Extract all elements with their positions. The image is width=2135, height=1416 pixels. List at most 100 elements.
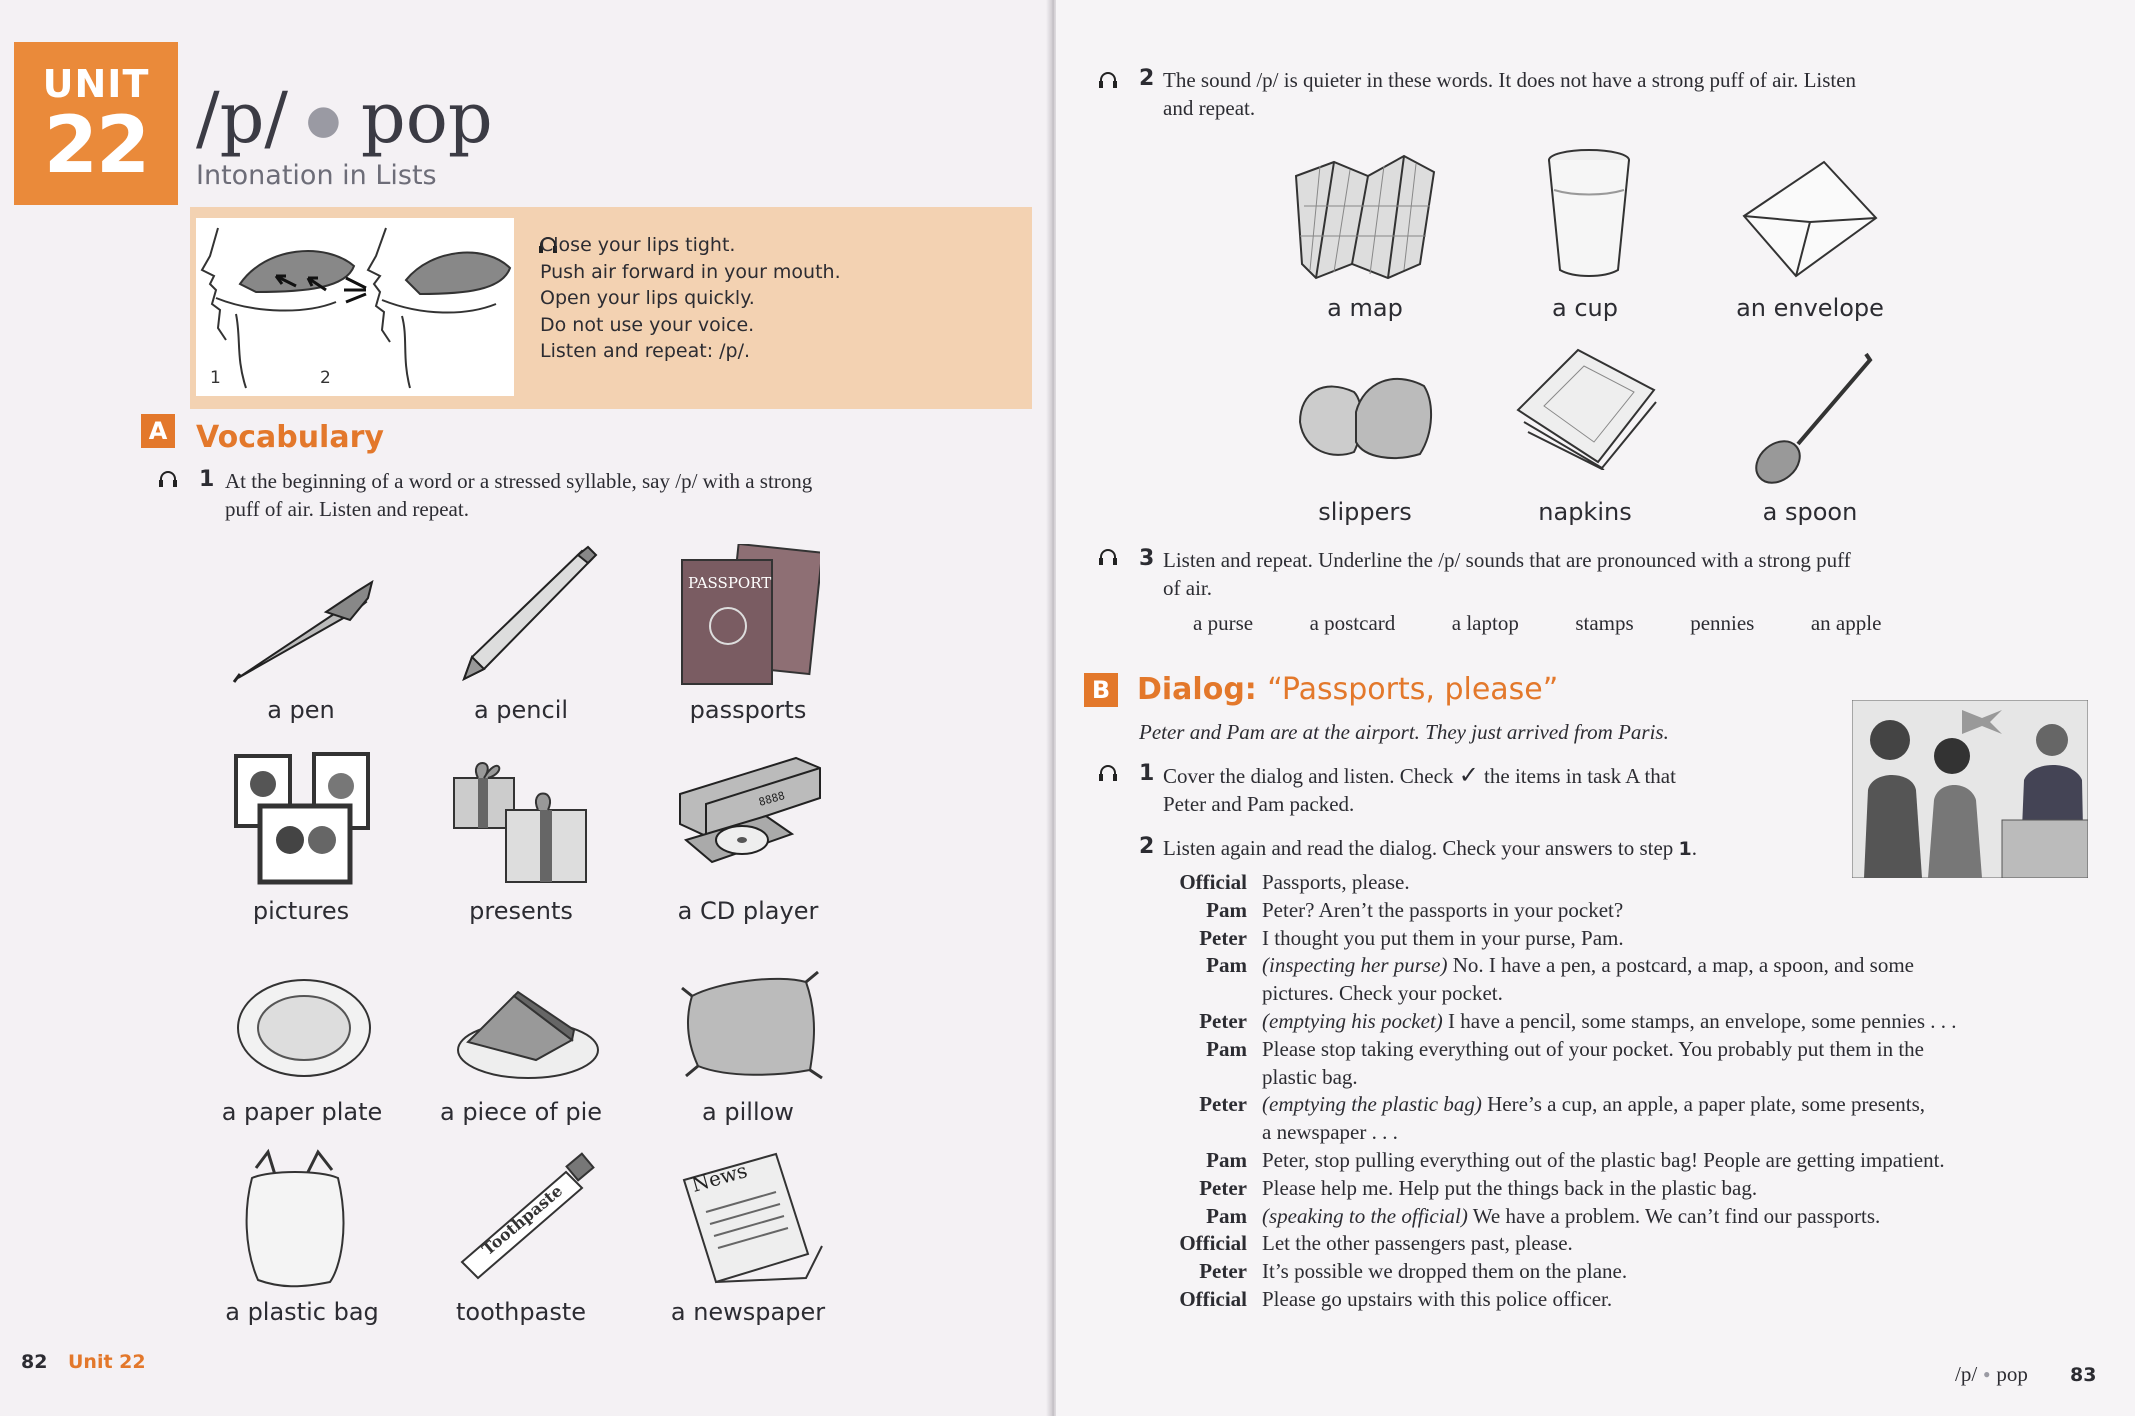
step-text-line: At the beginning of a word or a stressed… [225, 469, 813, 493]
unit-word: UNIT [42, 62, 150, 106]
footer-title: /p/ ● pop [1955, 1362, 2028, 1387]
stage-direction: (inspecting her purse) [1262, 953, 1448, 978]
diagram-label-1: 1 [210, 368, 221, 388]
paper-plate-icon [237, 979, 371, 1077]
step-text-line: The sound /p/ is quieter in these words.… [1163, 68, 1857, 92]
step-text-line: of air. [1163, 576, 1212, 600]
headphones-icon[interactable] [1098, 764, 1118, 782]
dialog-speaker: Peter [1199, 925, 1247, 950]
step-instruction: Cover the dialog and listen. Check ✓ the… [1163, 761, 1853, 818]
step-text: Cover the dialog and listen. Check [1163, 764, 1454, 788]
pen-icon [232, 579, 374, 683]
vocab-label: a map [1327, 294, 1403, 322]
title-sound: /p/ [196, 77, 288, 159]
page-number: 83 [2070, 1364, 2097, 1386]
step-text-line: puff of air. Listen and repeat. [225, 497, 469, 521]
bullet-dot-icon: ● [1983, 1367, 1991, 1381]
vocab-label: passports [689, 696, 807, 724]
dialog-line: a newspaper . . . [1262, 1118, 2112, 1146]
step-number: 1 [199, 467, 215, 492]
step-text: . [1691, 836, 1697, 860]
dialog-intro: Peter and Pam are at the airport. They j… [1139, 720, 1669, 744]
mouth-diagram-icon [200, 227, 512, 389]
section-b-heading-bold: Dialog: [1137, 672, 1257, 707]
pencil-icon [462, 545, 598, 682]
dialog-text: No. I have a pen, a postcard, a map, a s… [1447, 953, 1914, 978]
step-instruction: The sound /p/ is quieter in these words.… [1163, 66, 2113, 122]
vocab-label: a piece of pie [439, 1098, 603, 1126]
dialog-text: Passports, please. [1262, 870, 1410, 894]
vocab-label: a spoon [1762, 498, 1858, 526]
page-title: /p/ ● pop [196, 78, 493, 164]
dialog-text: Please help me. Help put the things back… [1262, 1175, 1758, 1200]
step-instruction: Listen again and read the dialog. Check … [1163, 834, 1863, 863]
step-text: the items in task A that [1484, 764, 1676, 788]
step-instruction: At the beginning of a word or a stressed… [225, 467, 1025, 523]
airport-scene-icon [1852, 700, 2088, 878]
dialog-line: (speaking to the official) We have a pro… [1262, 1202, 2112, 1230]
step-number: 2 [1139, 66, 1155, 91]
slippers-icon [1298, 377, 1433, 459]
headphones-icon[interactable] [1098, 71, 1118, 89]
bullet-dot-icon: ● [305, 97, 341, 143]
dialog-text: Please go upstairs with this police offi… [1262, 1287, 1613, 1311]
footer-unit: Unit 22 [68, 1351, 146, 1373]
dialog-line: (emptying his pocket) I have a pencil, s… [1262, 1007, 2112, 1035]
dialog-line: (inspecting her purse) No. I have a pen,… [1262, 951, 2112, 979]
dialog-text: I thought you put them in your purse, Pa… [1262, 925, 1624, 950]
vocab-label: pictures [252, 897, 350, 925]
headphones-icon[interactable] [1098, 548, 1118, 566]
dialog-speaker: Peter [1199, 1175, 1247, 1200]
envelope-icon [1742, 160, 1878, 278]
napkins-icon [1516, 348, 1657, 470]
vocab-label: a newspaper [670, 1298, 826, 1326]
check-mark-icon: ✓ [1458, 761, 1479, 789]
unit-number: 22 [43, 101, 151, 191]
toothpaste-icon: Toothpaste [460, 1152, 595, 1280]
vocab-label: presents [469, 897, 573, 925]
title-word: pop [360, 77, 493, 159]
instruction-line: Do not use your voice. [540, 313, 755, 336]
dialog-line: It’s possible we dropped them on the pla… [1262, 1257, 2112, 1285]
dialog-text: Let the other passengers past, please. [1262, 1231, 1573, 1256]
step-text-line: Peter and Pam packed. [1163, 792, 1355, 816]
vocab-label: napkins [1538, 498, 1632, 526]
footer-word: pop [1996, 1362, 2028, 1386]
dialog-speaker: Pam [1206, 1148, 1247, 1172]
unit-tab: UNIT 22 [14, 42, 178, 205]
step-instruction: Listen and repeat. Underline the /p/ sou… [1163, 546, 2113, 602]
passports-icon: PASSPORT [681, 544, 820, 685]
piece-of-pie-icon [457, 990, 599, 1079]
dialog-text: Here’s a cup, an apple, a paper plate, s… [1481, 1092, 1926, 1117]
plastic-bag-icon [245, 1148, 345, 1288]
stage-direction: (emptying the plastic bag) [1262, 1092, 1482, 1117]
dialog-line: Passports, please. [1262, 868, 2112, 896]
vocab-label: a CD player [677, 897, 819, 925]
headphones-icon[interactable] [158, 470, 178, 488]
stage-direction: (emptying his pocket) [1262, 1009, 1443, 1033]
presents-icon [453, 762, 587, 883]
vocab-label: a cup [1552, 294, 1618, 322]
dialog-speaker: Official [1179, 870, 1247, 894]
passport-label: PASSPORT [688, 574, 771, 592]
word-list: a purse a postcard a laptop stamps penni… [1193, 609, 2093, 637]
dialog-speaker: Peter [1199, 1009, 1247, 1033]
dialog-text: It’s possible we dropped them on the pla… [1262, 1259, 1628, 1284]
dialog-speaker: Pam [1206, 897, 1247, 922]
dialog-speaker: Official [1179, 1287, 1247, 1311]
vocab-label: an envelope [1736, 294, 1884, 322]
dialog-line: pictures. Check your pocket. [1262, 979, 2112, 1007]
dialog-line: Peter, stop pulling everything out of th… [1262, 1146, 2112, 1174]
step-ref: 1 [1678, 838, 1692, 860]
dialog-line: Please help me. Help put the things back… [1262, 1174, 2112, 1202]
dialog-speaker: Pam [1206, 953, 1247, 978]
cup-icon [1548, 149, 1630, 277]
dialog-line: Please go upstairs with this police offi… [1262, 1285, 2112, 1313]
word-item: stamps [1575, 611, 1634, 635]
dialog-speaker: Peter [1199, 1259, 1247, 1284]
step-text-line: and repeat. [1163, 96, 1256, 120]
word-item: a purse [1193, 611, 1254, 635]
vocab-label: a pen [267, 696, 335, 724]
vocab-label: a plastic bag [225, 1298, 379, 1326]
dialog-speaker: Pam [1206, 1036, 1247, 1061]
